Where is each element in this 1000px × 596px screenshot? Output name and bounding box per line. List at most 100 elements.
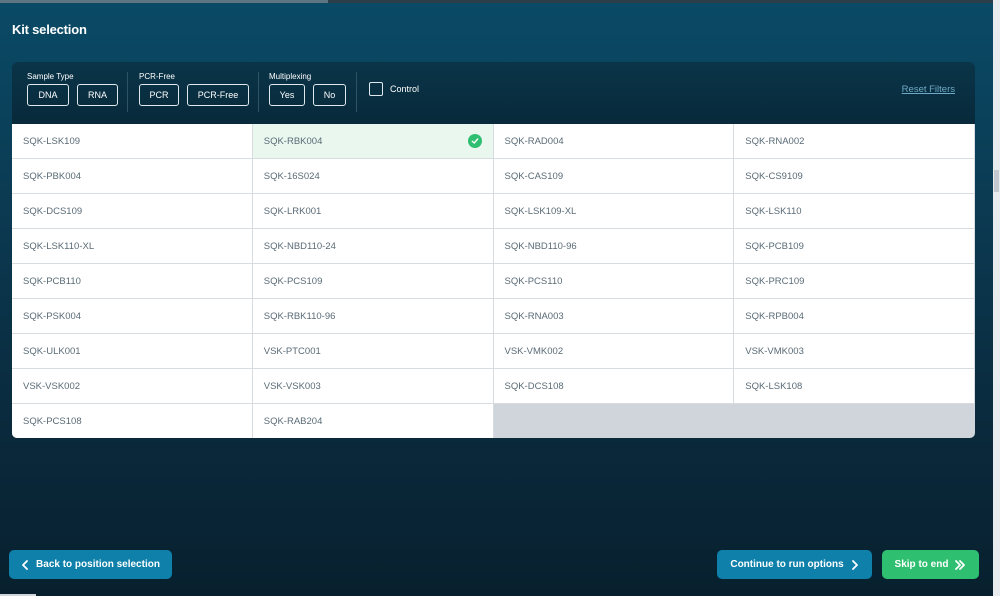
back-to-position-selection-button[interactable]: Back to position selection: [9, 550, 172, 579]
kit-option[interactable]: SQK-RNA003: [493, 299, 735, 334]
scrollbar[interactable]: [993, 0, 1000, 596]
kit-option-label: SQK-DCS109: [23, 205, 83, 217]
filter-no-button[interactable]: No: [313, 84, 346, 106]
filter-group-sample-type: Sample Type DNA RNA: [27, 72, 118, 106]
kit-option-label: VSK-VMK003: [745, 345, 804, 357]
kit-option-label: SQK-LSK109-XL: [504, 205, 577, 217]
kit-option[interactable]: SQK-CAS109: [493, 159, 735, 194]
kit-option-label: SQK-CAS109: [504, 170, 564, 182]
kit-grid: SQK-LSK109 SQK-RBK004 SQK-RAD004 SQK-RNA002…: [12, 124, 975, 438]
kit-option[interactable]: VSK-PTC001: [252, 334, 494, 369]
filter-dna-button[interactable]: DNA: [27, 84, 69, 106]
kit-option[interactable]: SQK-16S024: [252, 159, 494, 194]
continue-button-label: Continue to run options: [730, 559, 844, 570]
kit-option[interactable]: SQK-NBD110-96: [493, 229, 735, 264]
filter-bar: Sample Type DNA RNA PCR-Free PCR PCR-Fre…: [12, 62, 975, 124]
scrollbar-thumb[interactable]: [994, 170, 999, 192]
kit-option[interactable]: SQK-RBK004: [252, 124, 494, 159]
filter-divider: [127, 72, 128, 112]
chevron-left-icon: [22, 559, 28, 570]
kit-option-label: SQK-RPB004: [745, 310, 804, 322]
kit-option[interactable]: SQK-RAD004: [493, 124, 735, 159]
kit-option[interactable]: SQK-CS9109: [734, 159, 975, 194]
kit-option[interactable]: SQK-RNA002: [734, 124, 975, 159]
top-progress-line: [0, 0, 1000, 3]
kit-option-label: VSK-VSK003: [263, 380, 321, 392]
continue-to-run-options-button[interactable]: Continue to run options: [717, 550, 872, 579]
kit-option-label: SQK-LSK110: [745, 205, 802, 217]
reset-filters-link[interactable]: Reset Filters: [902, 84, 955, 95]
kit-option[interactable]: SQK-LSK109: [12, 124, 253, 159]
kit-option[interactable]: SQK-PSK004: [12, 299, 253, 334]
kit-option[interactable]: SQK-NBD110-24: [252, 229, 494, 264]
selected-check-icon: [467, 134, 482, 148]
kit-option-label: SQK-PSK004: [23, 310, 82, 322]
kit-option-label: VSK-PTC001: [263, 345, 321, 357]
filter-divider: [258, 72, 259, 112]
kit-option[interactable]: SQK-PBK004: [12, 159, 253, 194]
kit-option-label: SQK-PCB109: [745, 240, 804, 252]
kit-option[interactable]: SQK-DCS109: [12, 194, 253, 229]
kit-option[interactable]: SQK-ULK001: [12, 334, 253, 369]
kit-option[interactable]: VSK-VSK003: [252, 369, 494, 404]
kit-option-label: SQK-RAB204: [263, 415, 323, 427]
kit-option[interactable]: SQK-PRC109: [734, 264, 975, 299]
kit-option-label: SQK-PCS109: [263, 275, 323, 287]
kit-option-label: SQK-RNA002: [745, 135, 805, 147]
kit-option[interactable]: SQK-PCS110: [493, 264, 735, 299]
kit-option[interactable]: VSK-VMK002: [493, 334, 735, 369]
skip-button-label: Skip to end: [894, 559, 949, 570]
double-chevron-right-icon: [955, 559, 966, 570]
kit-option[interactable]: SQK-PCB109: [734, 229, 975, 264]
kit-option-label: SQK-LRK001: [263, 205, 322, 217]
kit-option[interactable]: SQK-LSK110-XL: [12, 229, 253, 264]
kit-option-label: SQK-PBK004: [23, 170, 82, 182]
filter-group-multiplexing: Multiplexing Yes No: [269, 72, 346, 106]
kit-option[interactable]: SQK-LRK001: [252, 194, 494, 229]
kit-option-label: VSK-VMK002: [504, 345, 564, 357]
kit-option-label: SQK-RNA003: [504, 310, 564, 322]
kit-option-label: SQK-ULK001: [23, 345, 81, 357]
filter-group-pcr-free: PCR-Free PCR PCR-Free: [139, 72, 249, 106]
filter-yes-button[interactable]: Yes: [269, 84, 305, 106]
filter-label-pcr-free: PCR-Free: [139, 72, 176, 81]
skip-to-end-button[interactable]: Skip to end: [882, 550, 979, 579]
kit-option-label: VSK-VSK002: [23, 380, 81, 392]
kit-option-label: SQK-PRC109: [745, 275, 805, 287]
kit-option-label: SQK-NBD110-96: [504, 240, 577, 252]
kit-option[interactable]: SQK-PCB110: [12, 264, 253, 299]
kit-option[interactable]: SQK-LSK108: [734, 369, 975, 404]
filter-divider: [356, 72, 357, 112]
kit-option-label: SQK-NBD110-24: [263, 240, 336, 252]
kit-option[interactable]: VSK-VMK003: [734, 334, 975, 369]
kit-option[interactable]: SQK-PCS108: [12, 404, 253, 438]
kit-option-label: SQK-RBK004: [263, 135, 323, 147]
page-title: Kit selection: [12, 22, 87, 37]
kit-option-label: SQK-RBK110-96: [263, 310, 336, 322]
kit-option-label: SQK-DCS108: [504, 380, 564, 392]
kit-option[interactable]: SQK-DCS108: [493, 369, 735, 404]
kit-option[interactable]: SQK-PCS109: [252, 264, 494, 299]
control-checkbox[interactable]: [369, 82, 383, 96]
kit-option-label: SQK-LSK108: [745, 380, 803, 392]
kit-option-label: SQK-LSK109: [23, 135, 81, 147]
kit-option[interactable]: SQK-RBK110-96: [252, 299, 494, 334]
kit-option-label: SQK-PCS110: [504, 275, 563, 287]
chevron-right-icon: [851, 559, 858, 570]
kit-option[interactable]: SQK-RAB204: [252, 404, 494, 438]
control-toggle[interactable]: Control: [369, 82, 419, 96]
kit-option-label: SQK-LSK110-XL: [23, 240, 95, 252]
filter-pcr-button[interactable]: PCR: [139, 84, 179, 106]
kit-option-label: SQK-16S024: [263, 170, 320, 182]
kit-option[interactable]: SQK-LSK109-XL: [493, 194, 735, 229]
back-button-label: Back to position selection: [36, 559, 160, 570]
kit-option-label: SQK-CS9109: [745, 170, 803, 182]
kit-option[interactable]: VSK-VSK002: [12, 369, 253, 404]
kit-option[interactable]: SQK-LSK110: [734, 194, 975, 229]
filter-rna-button[interactable]: RNA: [77, 84, 118, 106]
kit-option[interactable]: SQK-RPB004: [734, 299, 975, 334]
filter-pcr-free-button[interactable]: PCR-Free: [187, 84, 249, 106]
control-label: Control: [390, 84, 420, 94]
kit-option-label: SQK-PCB110: [23, 275, 81, 287]
kit-option-label: SQK-RAD004: [504, 135, 564, 147]
